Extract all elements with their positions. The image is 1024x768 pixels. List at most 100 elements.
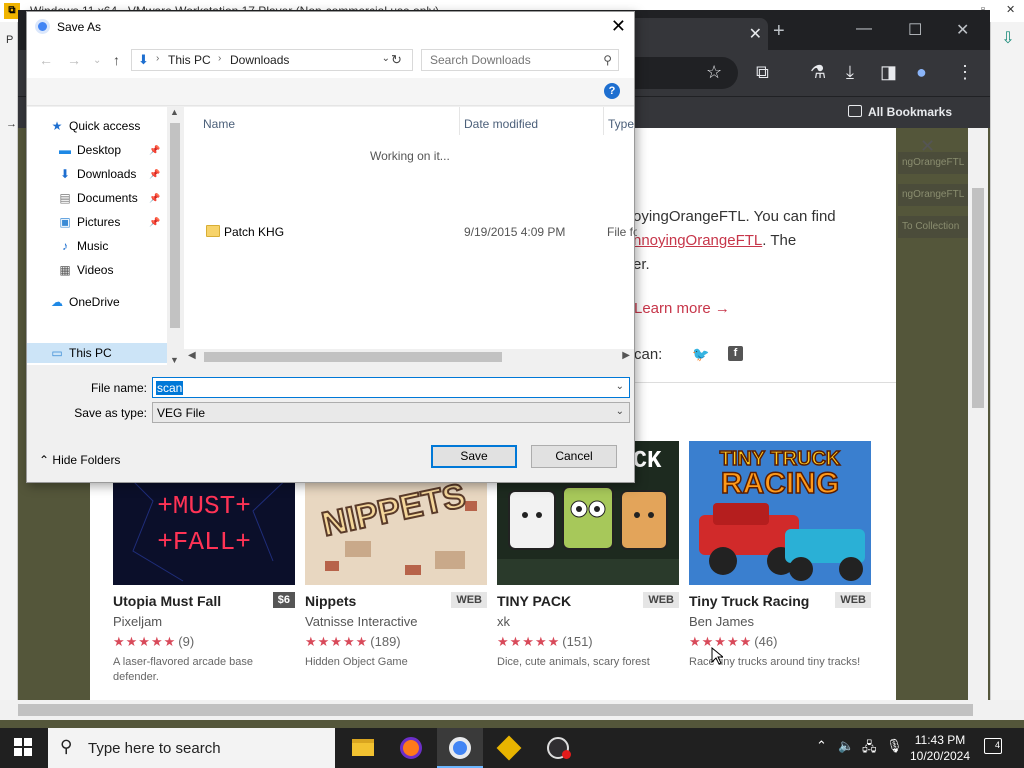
column-date-modified[interactable]: Date modified xyxy=(464,117,538,131)
scroll-up-icon[interactable]: ▲ xyxy=(170,107,179,117)
chevron-down-icon[interactable]: ⌄ xyxy=(382,53,390,64)
nav-quick-access[interactable]: ★ Quick access xyxy=(49,119,167,139)
search-downloads-field[interactable]: ⚲ xyxy=(421,49,619,71)
up-arrow-icon[interactable]: ↑ xyxy=(113,52,120,68)
close-window-icon[interactable]: ✕ xyxy=(956,20,969,40)
dialog-address-bar[interactable]: ⬇ › This PC › Downloads ⌄ xyxy=(131,49,413,71)
forward-arrow-icon[interactable]: → xyxy=(67,52,81,68)
vm-arrow-icon[interactable]: → xyxy=(6,118,17,130)
windows-start-icon[interactable] xyxy=(14,738,32,756)
network-icon[interactable]: 🖧 xyxy=(862,738,877,760)
nav-pane-scrollbar[interactable]: ▲ ▼ xyxy=(167,107,183,365)
game-title[interactable]: Tiny Truck Racing xyxy=(689,593,809,609)
chrome-taskbar-icon[interactable] xyxy=(437,728,483,768)
side-tag[interactable]: To Collection xyxy=(898,216,968,238)
tab-close-icon[interactable]: ✕ xyxy=(749,24,762,44)
cancel-button[interactable]: Cancel xyxy=(531,445,617,468)
back-arrow-icon[interactable]: ← xyxy=(39,52,53,68)
maximize-icon[interactable]: ☐ xyxy=(908,20,922,40)
taskbar-search-box[interactable]: ⚲ Type here to search xyxy=(48,728,335,768)
microphone-icon[interactable]: 🎙 xyxy=(886,738,903,754)
page-vertical-scrollbar[interactable] xyxy=(968,128,988,710)
taskbar-clock[interactable]: 11:43 PM 10/20/2024 xyxy=(905,732,975,764)
column-divider[interactable] xyxy=(459,107,460,135)
pin-icon: 📌 xyxy=(149,217,161,227)
all-bookmarks-button[interactable]: All Bookmarks xyxy=(868,105,952,119)
game-title[interactable]: Utopia Must Fall xyxy=(113,593,221,609)
save-as-type-select[interactable]: VEG File ⌄ xyxy=(152,402,630,423)
volume-icon[interactable]: 🔈 xyxy=(838,738,854,754)
labs-icon[interactable]: ⚗ xyxy=(810,62,826,83)
file-name-field[interactable]: scan ⌄ xyxy=(152,377,630,398)
chevron-down-icon[interactable]: ⌄ xyxy=(616,381,624,392)
nav-music[interactable]: ♪ Music xyxy=(57,239,167,259)
nav-this-pc[interactable]: ▭ This PC xyxy=(27,343,167,363)
vm-left-toolbar: P → xyxy=(0,22,18,710)
extensions-icon[interactable]: ⧉ xyxy=(756,62,769,83)
side-panel-icon[interactable]: ◨ xyxy=(880,62,897,83)
game-thumbnail[interactable]: TINY TRUCK RACING xyxy=(689,441,871,585)
column-type[interactable]: Type xyxy=(608,117,634,131)
search-icon: ⚲ xyxy=(603,53,612,67)
column-name[interactable]: Name xyxy=(203,117,235,131)
hide-folders-button[interactable]: ⌃ Hide Folders xyxy=(39,453,120,467)
scroll-right-icon[interactable]: ▶ xyxy=(622,350,630,361)
game-author[interactable]: xk xyxy=(497,614,510,629)
vm-download-icon[interactable]: ⇩ xyxy=(999,28,1017,47)
side-tag[interactable]: ngOrangeFTL xyxy=(898,152,968,174)
dialog-close-icon[interactable]: ✕ xyxy=(611,16,626,37)
facebook-icon[interactable]: f xyxy=(728,346,743,361)
scroll-down-icon[interactable]: ▼ xyxy=(170,355,179,365)
new-tab-icon[interactable]: + xyxy=(773,20,785,43)
rating-count: (46) xyxy=(754,634,778,649)
side-tag[interactable]: ngOrangeFTL xyxy=(898,184,968,206)
refresh-icon[interactable]: ↻ xyxy=(391,52,402,68)
game-title[interactable]: TINY PACK xyxy=(497,593,571,609)
column-divider[interactable] xyxy=(603,107,604,135)
file-list-horizontal-scrollbar[interactable]: ◀ ▶ xyxy=(184,349,634,365)
game-author[interactable]: Vatnisse Interactive xyxy=(305,614,417,629)
minimize-icon[interactable]: — xyxy=(856,20,872,38)
twitter-icon[interactable]: 🐦 xyxy=(692,346,709,363)
game-app-icon[interactable] xyxy=(486,728,532,768)
vm-menu-icon[interactable]: P xyxy=(6,34,13,46)
documents-icon: ▤ xyxy=(59,191,71,205)
learn-more-link[interactable]: Learn more → xyxy=(634,300,730,317)
firefox-icon[interactable] xyxy=(388,728,434,768)
loading-status: Working on it... xyxy=(370,149,450,163)
scroll-left-icon[interactable]: ◀ xyxy=(188,350,196,361)
nav-videos[interactable]: ▦ Videos xyxy=(57,263,167,283)
file-explorer-icon[interactable] xyxy=(340,728,386,768)
nav-onedrive[interactable]: ☁ OneDrive xyxy=(49,295,167,315)
recent-dropdown-icon[interactable]: ⌄ xyxy=(93,55,101,66)
breadcrumb-this-pc[interactable]: This PC xyxy=(168,53,211,67)
nav-desktop[interactable]: ▬ Desktop 📌 xyxy=(57,143,167,163)
search-input[interactable] xyxy=(422,50,592,70)
downloads-icon[interactable]: ⤓ xyxy=(846,62,854,83)
menu-icon[interactable]: ⋮ xyxy=(956,62,974,83)
file-row[interactable]: Patch KHG 9/19/2015 4:09 PM File fo xyxy=(202,223,637,243)
browser-tab[interactable]: h ✕ xyxy=(618,18,768,50)
nav-pictures[interactable]: ▣ Pictures 📌 xyxy=(57,215,167,235)
breadcrumb-downloads[interactable]: Downloads xyxy=(230,53,289,67)
game-author[interactable]: Pixeljam xyxy=(113,614,162,629)
file-name-value[interactable]: scan xyxy=(156,381,184,395)
vm-right-toolbar: ⇩ xyxy=(990,22,1024,710)
obs-icon[interactable] xyxy=(535,728,581,768)
vm-close-icon[interactable]: ✕ xyxy=(1006,3,1015,16)
profile-link[interactable]: nnoyingOrangeFTL xyxy=(633,232,762,249)
save-button[interactable]: Save xyxy=(431,445,517,468)
bookmark-star-icon[interactable]: ☆ xyxy=(706,62,722,83)
game-author[interactable]: Ben James xyxy=(689,614,754,629)
chevron-down-icon[interactable]: ⌄ xyxy=(616,406,624,417)
nav-downloads[interactable]: ⬇ Downloads 📌 xyxy=(57,167,167,187)
game-title[interactable]: Nippets xyxy=(305,593,356,609)
help-icon[interactable]: ? xyxy=(604,83,620,99)
notification-center-icon[interactable]: 4 xyxy=(984,738,1002,754)
chevron-up-icon[interactable]: ⌃ xyxy=(816,738,827,754)
nav-documents[interactable]: ▤ Documents 📌 xyxy=(57,191,167,211)
computer-icon: ▭ xyxy=(51,346,63,360)
page-horizontal-scrollbar[interactable] xyxy=(0,700,1024,720)
profile-avatar-icon[interactable]: ● xyxy=(916,62,927,83)
file-type: File fo xyxy=(607,225,637,239)
